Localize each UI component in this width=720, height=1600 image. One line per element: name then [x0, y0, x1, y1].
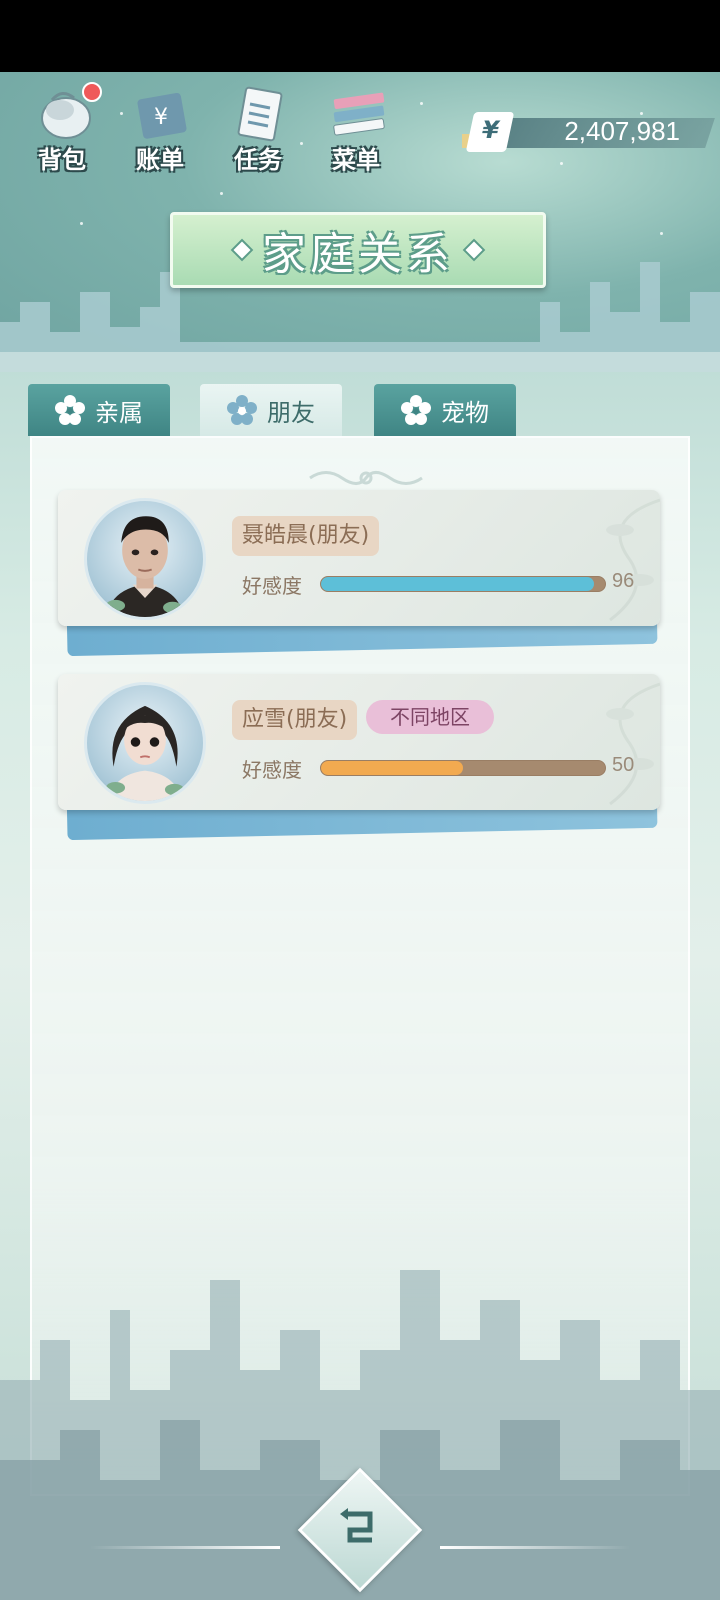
friend-card-body: 聂皓晨(朋友) 好感度 96 — [58, 490, 660, 626]
favor-bar-fill — [321, 577, 594, 591]
tab-friends-label: 朋友 — [267, 398, 315, 427]
favor-label: 好感度 — [242, 758, 302, 782]
nav-bag-label: 背包 — [38, 146, 86, 174]
divider-line — [440, 1546, 630, 1549]
friend-card[interactable]: 聂皓晨(朋友) 好感度 96 — [58, 490, 660, 657]
tab-friends[interactable]: 朋友 — [200, 384, 342, 436]
flower-icon — [401, 395, 431, 425]
money-display: ¥ 2,407,981 — [462, 112, 715, 152]
friend-name: 聂皓晨(朋友) — [232, 516, 380, 556]
nav-task-button[interactable]: 任务 — [214, 80, 302, 175]
svg-text:¥: ¥ — [154, 105, 168, 130]
bill-icon: ¥ — [137, 92, 187, 139]
favor-label: 好感度 — [242, 574, 302, 598]
tab-pets-label: 宠物 — [441, 398, 489, 427]
menu-icon — [333, 92, 385, 136]
task-icon — [237, 86, 283, 142]
friend-name: 应雪(朋友) — [232, 700, 358, 740]
ornament-divider — [309, 471, 423, 485]
notification-dot — [82, 82, 102, 102]
favor-bar — [320, 760, 606, 776]
friend-card[interactable]: 应雪(朋友) 不同地区 好感度 50 — [58, 674, 660, 841]
money-value: 2,407,981 — [564, 116, 680, 146]
leaf-decoration — [606, 498, 660, 622]
nav-task-label: 任务 — [234, 146, 282, 174]
nav-bag-button[interactable]: 背包 — [18, 80, 106, 175]
flower-icon — [227, 395, 257, 425]
nav-bill-label: 账单 — [136, 146, 184, 174]
tab-relatives-label: 亲属 — [95, 398, 143, 427]
diamond-icon — [465, 241, 483, 259]
nav-bill-button[interactable]: ¥ 账单 — [116, 80, 204, 175]
page-title-banner: 家庭关系 — [170, 212, 546, 288]
favor-value: 50 — [612, 754, 635, 776]
nav-menu-label: 菜单 — [332, 146, 380, 174]
favor-bar-fill — [321, 761, 463, 775]
avatar — [84, 682, 206, 804]
tab-pets[interactable]: 宠物 — [374, 384, 516, 436]
flower-icon — [55, 395, 85, 425]
page-title: 家庭关系 — [262, 229, 454, 280]
yen-icon: ¥ — [465, 112, 515, 152]
tab-relatives[interactable]: 亲属 — [28, 384, 170, 436]
nav-menu-button[interactable]: 菜单 — [312, 80, 400, 175]
avatar — [84, 498, 206, 620]
status-bar — [0, 0, 720, 72]
favor-bar — [320, 576, 606, 592]
diamond-icon — [233, 241, 251, 259]
friend-card-body: 应雪(朋友) 不同地区 好感度 50 — [58, 674, 660, 810]
back-arrow-icon — [340, 1508, 373, 1543]
region-badge: 不同地区 — [366, 700, 494, 734]
leaf-decoration — [606, 682, 660, 806]
favor-value: 96 — [612, 570, 635, 592]
divider-line — [90, 1546, 280, 1549]
